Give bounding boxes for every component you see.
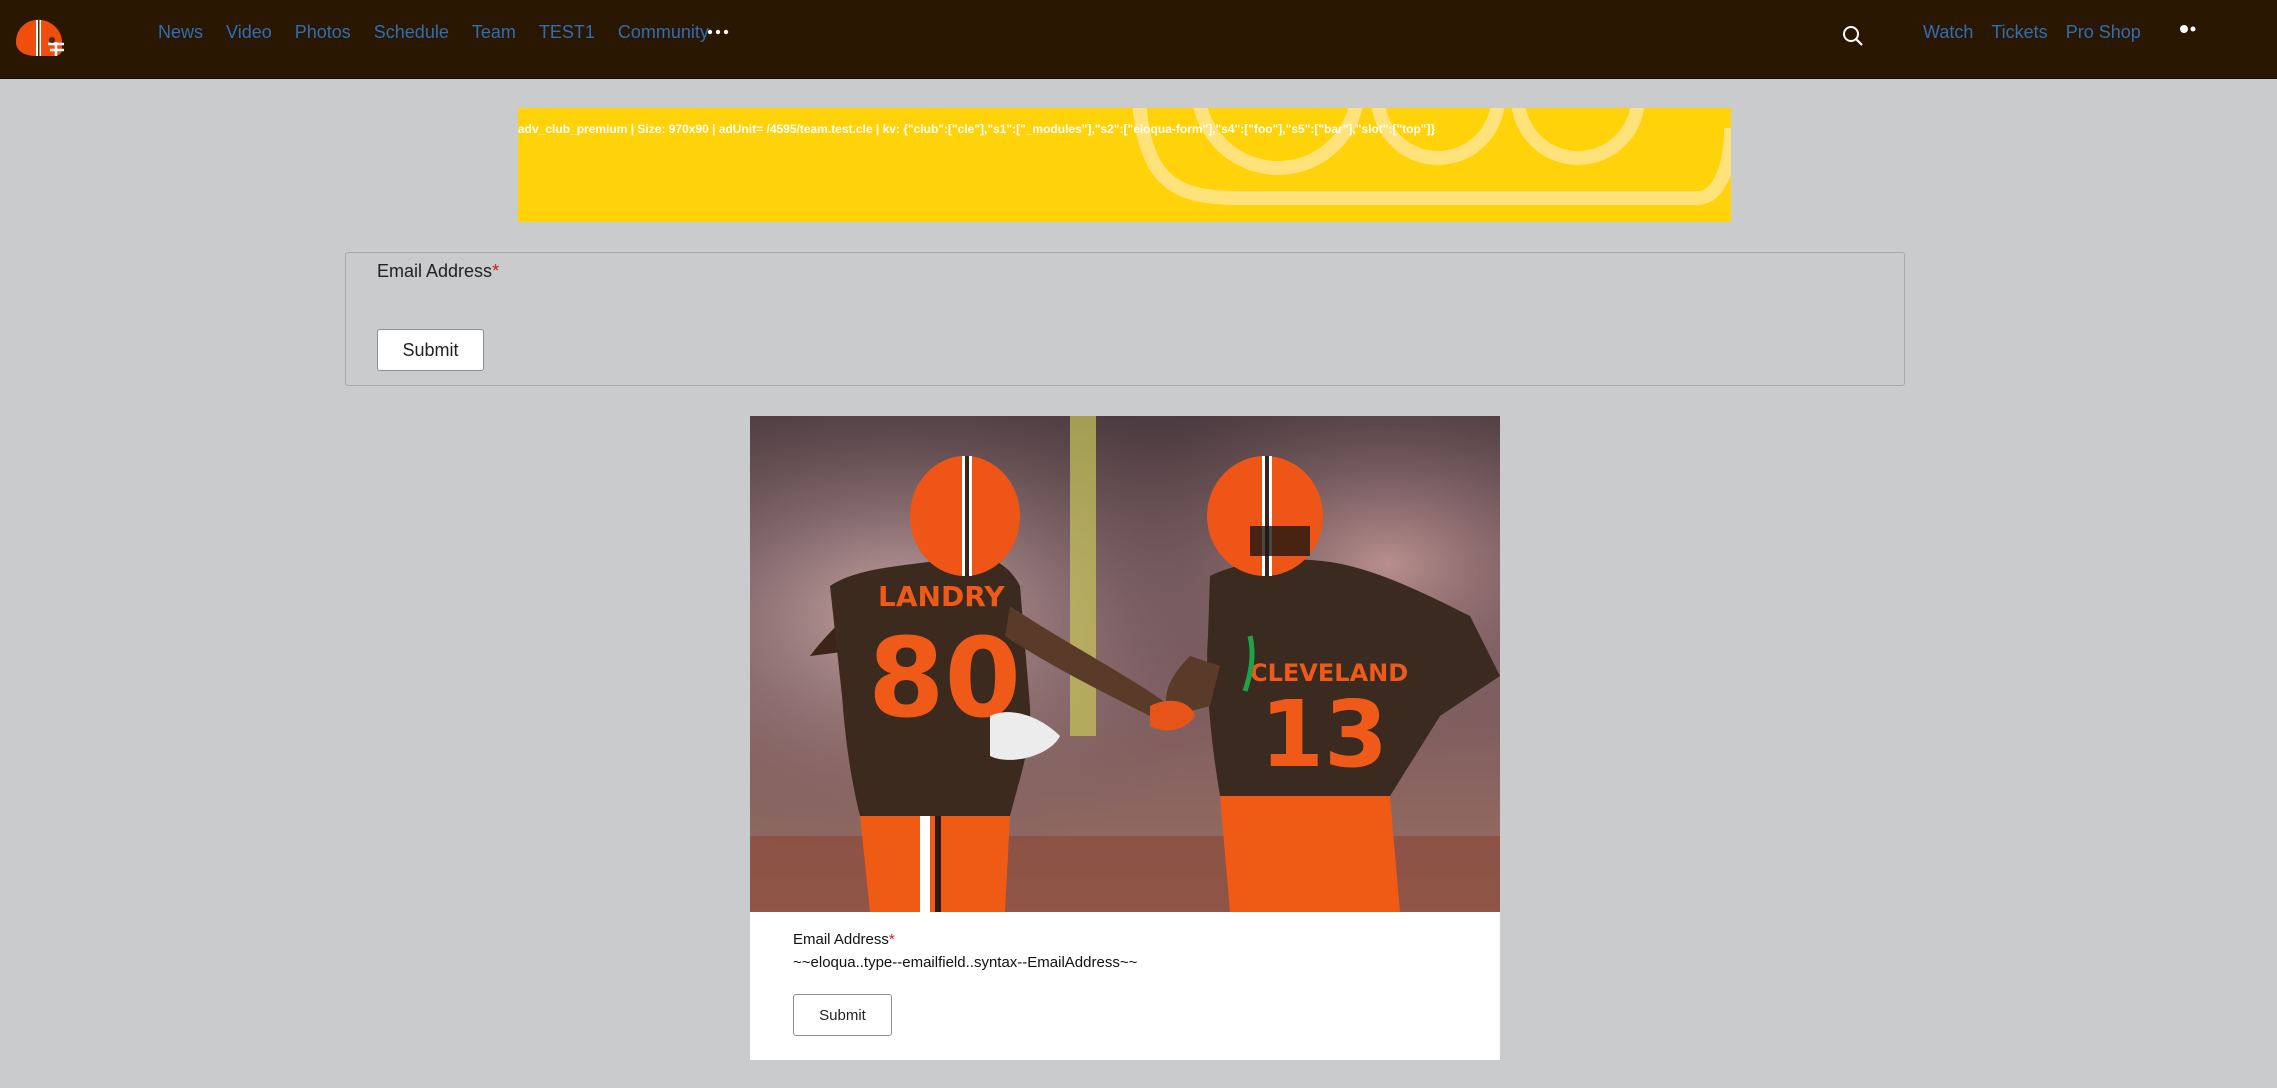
advertisement-banner[interactable]: adv_club_premium | Size: 970x90 | adUnit… (518, 108, 1731, 222)
profile-dots-icon[interactable] (2178, 22, 2200, 36)
card-required-asterisk: * (888, 931, 895, 948)
nav-link-team[interactable]: Team (472, 22, 516, 43)
nav-link-schedule[interactable]: Schedule (374, 22, 449, 43)
svg-text:13: 13 (1260, 681, 1388, 788)
nav-link-video[interactable]: Video (226, 22, 272, 43)
nav-link-community[interactable]: Community (618, 22, 709, 43)
email-address-label: Email Address* (377, 261, 499, 282)
svg-text:LANDRY: LANDRY (878, 580, 1005, 613)
card-email-label-text: Email Address (793, 931, 889, 948)
football-players-photo: 80 LANDRY CLEVELAND 13 (750, 416, 1500, 912)
card-email-address-label: Email Address* (793, 931, 895, 948)
helmet-logo-icon[interactable] (12, 16, 66, 62)
main-nav: News Video Photos Schedule Team TEST1 Co… (158, 0, 732, 64)
nav-link-news[interactable]: News (158, 22, 203, 43)
nav-link-pro-shop[interactable]: Pro Shop (2066, 22, 2141, 43)
email-label-text: Email Address (377, 261, 493, 281)
nav-link-watch[interactable]: Watch (1923, 22, 1973, 43)
search-icon[interactable] (1841, 24, 1865, 48)
nav-link-test1[interactable]: TEST1 (539, 22, 595, 43)
card-email-field-value: ~~eloqua..type--emailfield..syntax--Emai… (793, 954, 1138, 971)
photo-signup-card: 80 LANDRY CLEVELAND 13 Email Address* ~~… (750, 416, 1500, 1060)
required-asterisk: * (492, 261, 500, 281)
top-navigation: News Video Photos Schedule Team TEST1 Co… (0, 0, 2277, 79)
nav-link-photos[interactable]: Photos (295, 22, 351, 43)
nav-link-tickets[interactable]: Tickets (1991, 22, 2047, 43)
ad-debug-text: adv_club_premium | Size: 970x90 | adUnit… (518, 122, 1436, 136)
card-submit-button[interactable]: Submit (793, 994, 892, 1036)
more-dots-icon[interactable] (706, 24, 730, 40)
email-signup-form: Email Address* Submit (345, 252, 1905, 386)
utility-nav: Watch Tickets Pro Shop (1923, 0, 2159, 64)
submit-button[interactable]: Submit (377, 329, 484, 371)
